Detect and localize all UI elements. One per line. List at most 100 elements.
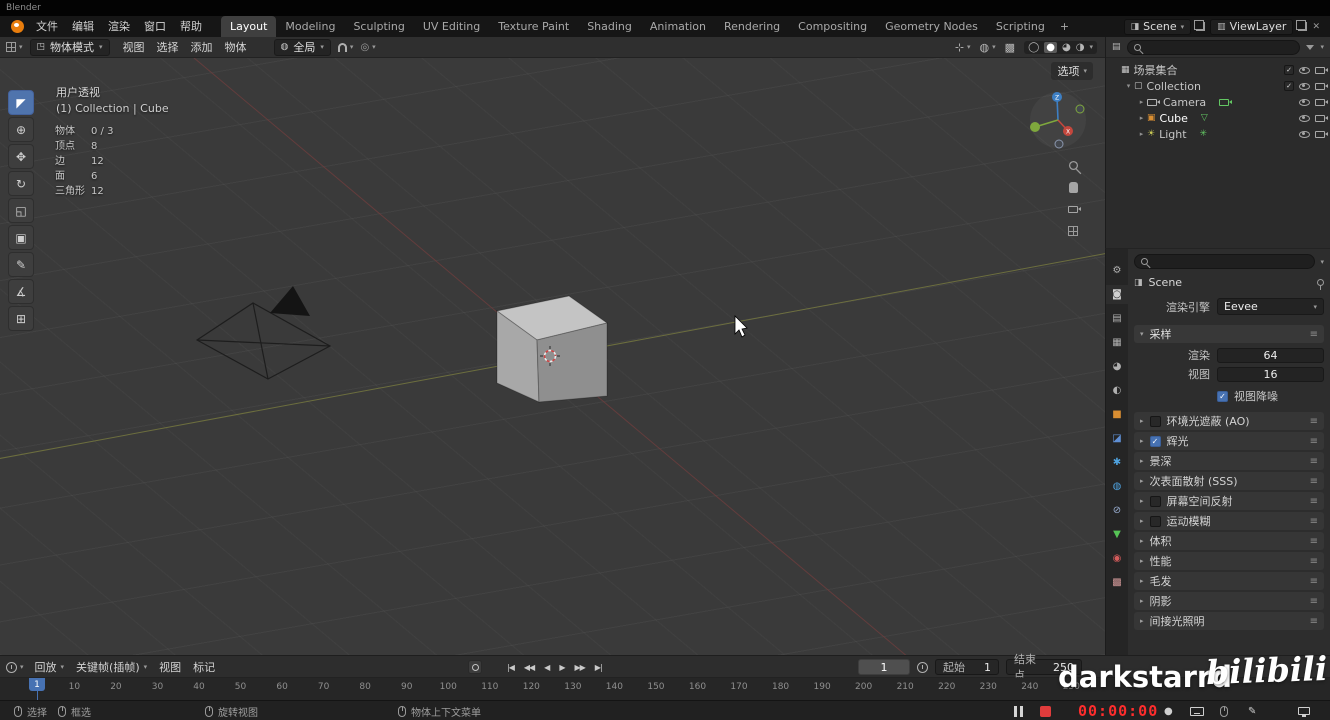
panel-menu-icon[interactable]: ≡ <box>1310 576 1318 587</box>
panel-menu-icon[interactable]: ≡ <box>1310 476 1318 487</box>
value-field[interactable]: 64 <box>1217 347 1324 363</box>
gizmos-toggle[interactable]: ⊹ ▾ <box>955 41 971 54</box>
chevron-down-icon[interactable]: ▾ <box>1320 258 1324 266</box>
transform-tool[interactable]: ▣ <box>8 225 34 250</box>
panel-menu-icon[interactable]: ≡ <box>1310 329 1318 340</box>
mode-dropdown[interactable]: ◳ 物体模式 ▾ <box>29 38 110 56</box>
panel-menu-icon[interactable]: ≡ <box>1310 516 1318 527</box>
texture-tab[interactable]: ▩ <box>1106 573 1128 592</box>
section-checkbox[interactable] <box>1149 515 1161 527</box>
panel-section-运动模糊[interactable]: ▸ 运动模糊 ≡ <box>1134 512 1324 530</box>
scene-tab[interactable]: ◕ <box>1106 357 1128 376</box>
shading-wireframe-button[interactable]: ◯ <box>1028 42 1039 53</box>
section-checkbox[interactable]: ✓ <box>1149 435 1161 447</box>
panel-section-阴影[interactable]: ▸ 阴影 ≡ <box>1134 592 1324 610</box>
tool-tab[interactable]: ⚙ <box>1106 261 1128 280</box>
menubar-menu-编辑[interactable]: 编辑 <box>65 16 101 37</box>
rotate-tool[interactable]: ↻ <box>8 171 34 196</box>
filter-icon[interactable] <box>1306 44 1315 50</box>
transform-orientation-dropdown[interactable]: ◍ 全局 ▾ <box>273 38 331 56</box>
render-tab[interactable]: ◙ <box>1106 285 1128 304</box>
render-visibility-icon[interactable] <box>1315 98 1328 106</box>
expand-caret-icon[interactable]: ▸ <box>1136 98 1147 106</box>
navigation-gizmo[interactable]: Z X <box>1030 92 1086 149</box>
auto-keying-button[interactable] <box>468 660 482 674</box>
panel-section-次表面散射-sss-[interactable]: ▸ 次表面散射 (SSS) ≡ <box>1134 472 1324 490</box>
new-scene-button[interactable] <box>1194 20 1206 31</box>
panel-menu-icon[interactable]: ≡ <box>1310 616 1318 627</box>
particles-tab[interactable]: ✱ <box>1106 453 1128 472</box>
viewport-3d[interactable]: Z X 用户透视 (1) Collection | Cube 物体 0 / 3 顶点… <box>0 58 1105 655</box>
panel-section-体积[interactable]: ▸ 体积 ≡ <box>1134 532 1324 550</box>
timeline-menu-视图[interactable]: 视图 <box>159 659 181 675</box>
annotate-tool[interactable]: ✎ <box>8 252 34 277</box>
select-box-tool[interactable]: ◤ <box>8 90 34 115</box>
blender-logo-icon[interactable] <box>11 20 24 33</box>
zoom-icon[interactable] <box>1068 160 1078 171</box>
menubar-menu-帮助[interactable]: 帮助 <box>173 16 209 37</box>
panel-menu-icon[interactable]: ≡ <box>1310 556 1318 567</box>
expand-caret-icon[interactable]: ▸ <box>1136 130 1147 138</box>
panel-section-辉光[interactable]: ▸ ✓ 辉光 ≡ <box>1134 432 1324 450</box>
panel-section-毛发[interactable]: ▸ 毛发 ≡ <box>1134 572 1324 590</box>
add-workspace-button[interactable]: + <box>1054 16 1075 37</box>
snap-toggle[interactable]: ▾ <box>337 42 353 52</box>
overlays-toggle[interactable]: ◍ ▾ <box>980 41 996 54</box>
panel-section-性能[interactable]: ▸ 性能 ≡ <box>1134 552 1324 570</box>
shading-rendered-button[interactable]: ◑ <box>1076 42 1085 53</box>
panel-section-屏幕空间反射[interactable]: ▸ 屏幕空间反射 ≡ <box>1134 492 1324 510</box>
shading-solid-button[interactable]: ● <box>1044 41 1058 53</box>
output-tab[interactable]: ▤ <box>1106 309 1128 328</box>
proportional-edit-toggle[interactable]: ◎ ▾ <box>360 42 375 53</box>
outliner-row-cube[interactable]: ▸ ▣ Cube ▽ <box>1106 110 1330 126</box>
panel-menu-icon[interactable]: ≡ <box>1310 596 1318 607</box>
workspace-tab-compositing[interactable]: Compositing <box>789 16 876 37</box>
workspace-tab-animation[interactable]: Animation <box>641 16 715 37</box>
frame-start-field[interactable]: 起始 1 <box>935 659 999 675</box>
next-keyframe-button[interactable]: ▶▶ <box>572 663 586 672</box>
selectable-checkbox[interactable]: ✓ <box>1284 81 1294 91</box>
camera-object[interactable] <box>195 302 332 380</box>
expand-caret-icon[interactable]: ▾ <box>1123 82 1134 90</box>
object-data-tab[interactable]: ▼ <box>1106 525 1128 544</box>
workspace-tab-geometry-nodes[interactable]: Geometry Nodes <box>876 16 987 37</box>
outliner-search-input[interactable] <box>1126 39 1301 55</box>
workspace-tab-modeling[interactable]: Modeling <box>276 16 344 37</box>
denoise-checkbox[interactable]: ✓ <box>1217 390 1228 402</box>
play-button[interactable]: ▶ <box>557 663 566 672</box>
scale-tool[interactable]: ◱ <box>8 198 34 223</box>
render-visibility-icon[interactable] <box>1315 82 1328 90</box>
material-tab[interactable]: ◉ <box>1106 549 1128 568</box>
properties-search-input[interactable] <box>1134 254 1316 269</box>
current-frame-field[interactable]: 1 <box>858 659 910 675</box>
workspace-tab-uv-editing[interactable]: UV Editing <box>414 16 489 37</box>
panel-menu-icon[interactable]: ≡ <box>1310 536 1318 547</box>
panel-menu-icon[interactable]: ≡ <box>1310 416 1318 427</box>
render-visibility-icon[interactable] <box>1315 130 1328 138</box>
new-viewlayer-button[interactable] <box>1296 20 1308 31</box>
pin-icon[interactable] <box>1317 279 1324 290</box>
viewport-menu-选择[interactable]: 选择 <box>151 39 185 55</box>
workspace-tab-texture-paint[interactable]: Texture Paint <box>489 16 578 37</box>
visibility-eye-icon[interactable] <box>1299 82 1310 90</box>
workspace-tab-sculpting[interactable]: Sculpting <box>344 16 413 37</box>
shading-material-button[interactable]: ◕ <box>1062 42 1071 53</box>
value-field[interactable]: 16 <box>1217 366 1324 382</box>
outliner-row-场景集合[interactable]: ▦ 场景集合 ✓ <box>1106 62 1330 78</box>
visibility-eye-icon[interactable] <box>1299 114 1310 122</box>
measure-tool[interactable]: ∡ <box>8 279 34 304</box>
jump-to-start-button[interactable]: |◀ <box>505 663 516 672</box>
panel-menu-icon[interactable]: ≡ <box>1310 456 1318 467</box>
scene-selector[interactable]: ◨ Scene ▾ <box>1123 18 1192 35</box>
menubar-menu-渲染[interactable]: 渲染 <box>101 16 137 37</box>
physics-tab[interactable]: ◍ <box>1106 477 1128 496</box>
viewlayer-selector[interactable]: ▥ ViewLayer <box>1210 18 1294 35</box>
cursor-tool[interactable]: ⊕ <box>8 117 34 142</box>
section-checkbox[interactable] <box>1149 495 1161 507</box>
render-engine-select[interactable]: Eevee ▾ <box>1217 298 1324 315</box>
playhead[interactable]: 1 <box>29 678 45 691</box>
play-reverse-button[interactable]: ◀ <box>542 663 551 672</box>
timeline-menu-关键帧-插帧-[interactable]: 关键帧(插帧) ▾ <box>76 659 147 675</box>
remove-viewlayer-button[interactable]: ✕ <box>1312 22 1320 32</box>
timeline-menu-标记[interactable]: 标记 <box>193 659 215 675</box>
